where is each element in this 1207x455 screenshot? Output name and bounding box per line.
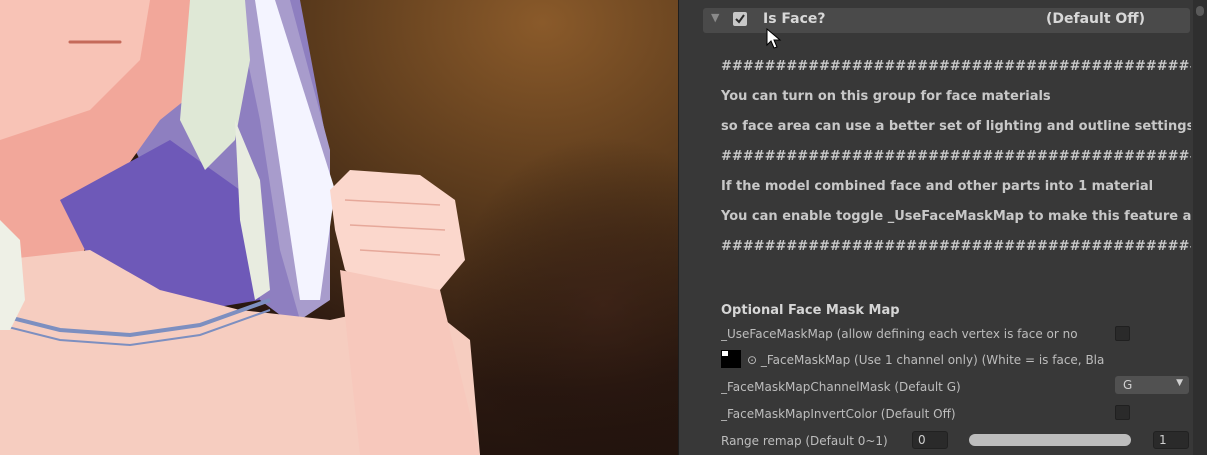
is-face-group-header[interactable]: ▼ Is Face? (Default Off) [703,8,1190,49]
remap-range-slider[interactable] [969,434,1131,446]
remap-min-field[interactable]: 0 [912,431,948,449]
scrollbar-thumb[interactable] [1196,6,1204,16]
inspector-scrollbar[interactable] [1193,0,1207,455]
inspector-panel: ▼ Is Face? (Default Off) ###############… [678,0,1207,455]
chevron-down-icon: ▼ [1176,378,1183,388]
help-text-line: You can turn on this group for face mate… [721,89,1051,104]
invert-color-toggle[interactable] [1115,405,1130,420]
help-text-line: You can enable toggle _UseFaceMaskMap to… [721,209,1191,224]
scene-viewport[interactable] [0,0,678,455]
help-separator: ########################################… [721,149,1191,164]
channel-mask-value: G [1123,378,1133,392]
help-separator: ########################################… [721,239,1191,254]
anime-character-render [0,0,678,455]
use-face-mask-map-toggle[interactable] [1115,326,1130,341]
use-face-mask-map-label: _UseFaceMaskMap (allow defining each ver… [721,327,1078,341]
foldout-arrow-icon[interactable]: ▼ [711,11,719,24]
invert-color-label: _FaceMaskMapInvertColor (Default Off) [721,407,956,421]
section-title: Optional Face Mask Map [721,303,900,318]
help-text-line: so face area can use a better set of lig… [721,119,1191,134]
channel-mask-dropdown[interactable]: G ▼ [1115,376,1189,394]
range-remap-label: Range remap (Default 0~1) [721,434,888,448]
help-separator: ########################################… [721,59,1191,74]
group-title: Is Face? [763,11,826,27]
checkmark-icon [735,14,745,24]
is-face-checkbox[interactable] [733,12,747,26]
face-mask-map-label: ⊙ _FaceMaskMap (Use 1 channel only) (Whi… [747,353,1105,367]
group-default-hint: (Default Off) [1046,11,1146,27]
mouse-pointer-icon [766,28,782,49]
help-text-line: If the model combined face and other par… [721,179,1154,194]
face-mask-texture-slot[interactable] [721,350,741,368]
remap-max-field[interactable]: 1 [1153,431,1189,449]
channel-mask-label: _FaceMaskMapChannelMask (Default G) [721,380,961,394]
